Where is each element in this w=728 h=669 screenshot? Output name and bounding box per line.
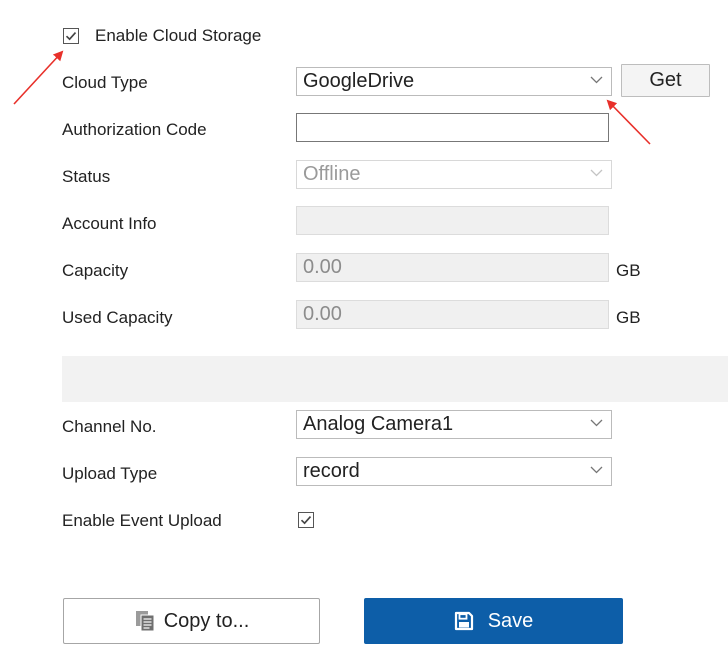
enable-cloud-storage-label: Enable Cloud Storage <box>95 26 262 45</box>
channel-no-select[interactable]: Analog Camera1 <box>296 410 612 439</box>
capacity-label: Capacity <box>62 261 129 280</box>
status-select: Offline <box>296 160 612 189</box>
cloud-type-select[interactable]: GoogleDrive <box>296 67 612 96</box>
check-icon <box>65 32 77 41</box>
used-capacity-label: Used Capacity <box>62 308 173 327</box>
channel-no-label: Channel No. <box>62 417 157 436</box>
capacity-field: 0.00 <box>296 253 609 282</box>
account-info-field <box>296 206 609 235</box>
status-label: Status <box>62 167 111 186</box>
upload-type-value: record <box>303 460 360 482</box>
status-value: Offline <box>303 163 361 185</box>
used-capacity-field: 0.00 <box>296 300 609 329</box>
cloud-type-label: Cloud Type <box>62 73 148 92</box>
enable-event-upload-label: Enable Event Upload <box>62 511 222 530</box>
account-info-label: Account Info <box>62 214 157 233</box>
channel-no-value: Analog Camera1 <box>303 413 454 435</box>
save-label: Save <box>487 609 534 632</box>
copy-to-label: Copy to... <box>163 609 250 632</box>
upload-type-label: Upload Type <box>62 464 158 483</box>
section-divider-band <box>62 356 728 402</box>
upload-type-select[interactable]: record <box>296 457 612 486</box>
copy-icon <box>135 611 155 632</box>
copy-to-button[interactable]: Copy to... <box>63 598 320 644</box>
save-button[interactable]: Save <box>364 598 623 644</box>
authorization-code-label: Authorization Code <box>62 120 207 139</box>
annotation-arrow-icon <box>13 50 651 145</box>
chevron-down-icon <box>590 169 603 177</box>
capacity-unit: GB <box>616 261 641 280</box>
used-capacity-unit: GB <box>616 308 641 327</box>
get-button[interactable]: Get <box>621 64 710 97</box>
check-icon <box>300 516 312 525</box>
floppy-disk-icon <box>454 611 473 631</box>
chevron-down-icon <box>590 76 603 84</box>
authorization-code-input[interactable] <box>296 113 609 142</box>
enable-cloud-storage-checkbox[interactable] <box>63 28 79 44</box>
chevron-down-icon <box>590 466 603 474</box>
cloud-type-value: GoogleDrive <box>303 70 415 92</box>
enable-event-upload-checkbox[interactable] <box>298 512 314 528</box>
chevron-down-icon <box>590 419 603 427</box>
